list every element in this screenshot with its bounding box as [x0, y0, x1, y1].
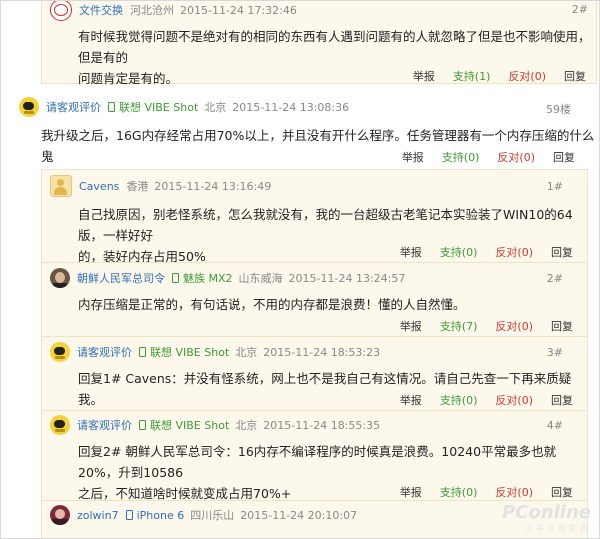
report-button[interactable]: 举报 [413, 68, 435, 84]
comment-text: 有时候我觉得问题不是绝对有的相同的东西有人遇到问题有的人就忽略了但是也不影响使用… [78, 29, 591, 65]
comment-text: 自己找原因，别老怪系统，怎么我就没有，我的一台超级古老笔记本实验装了WIN10的… [78, 207, 573, 243]
avatar[interactable] [50, 342, 70, 362]
reply-button[interactable]: 回复 [551, 484, 573, 500]
device-label: 魅族 MX2 [172, 270, 233, 286]
reply-button[interactable]: 回复 [551, 318, 573, 334]
oppose-button[interactable]: 反对(0) [497, 149, 535, 165]
device-label: 联想 VIBE Shot [139, 417, 229, 433]
divider [42, 410, 587, 411]
device-name: 联想 VIBE Shot [150, 346, 230, 359]
timestamp: 2015-11-24 20:10:07 [240, 508, 358, 522]
oppose-button[interactable]: 反对(0) [508, 68, 546, 84]
reply-button[interactable]: 回复 [551, 244, 573, 260]
username[interactable]: Cavens [79, 180, 119, 193]
support-button[interactable]: 支持(0) [440, 244, 478, 260]
floor-number: 1# [546, 180, 563, 193]
device-label: 联想 VIBE Shot [139, 344, 229, 360]
report-button[interactable]: 举报 [400, 484, 422, 500]
username[interactable]: 请客观评价 [77, 417, 132, 433]
avatar[interactable] [50, 1, 72, 21]
avatar[interactable] [50, 268, 70, 288]
username[interactable]: zolwin7 [77, 509, 119, 522]
support-button[interactable]: 支持(7) [440, 318, 478, 334]
watermark-sub: 太平洋电脑网 [525, 524, 591, 533]
report-button[interactable]: 举报 [400, 318, 422, 334]
floor-number: 59楼 [546, 103, 571, 116]
comment-text: 内存压缩是正常的，有句话说，不用的内存都是浪费！懂的人自然懂。 [78, 297, 466, 312]
timestamp: 2015-11-24 13:16:49 [154, 179, 272, 193]
watermark-brand: PConline [502, 502, 591, 523]
location: 北京 [204, 101, 227, 114]
location: 河北沧州 [130, 4, 174, 17]
location: 香港 [126, 180, 149, 193]
username[interactable]: 朝鲜人民军总司令 [77, 270, 165, 286]
report-button[interactable]: 举报 [400, 244, 422, 260]
phone-icon [125, 510, 133, 520]
comment-thread: 文件交换 河北沧州 2015-11-24 17:32:46 2# 有时候我觉得问… [0, 0, 600, 539]
location: 山东威海 [238, 272, 283, 285]
floor-number: 2# [546, 272, 563, 285]
username[interactable]: 请客观评价 [77, 344, 132, 360]
username[interactable]: 请客观评价 [46, 99, 101, 115]
replies-box: Cavens 香港 2015-11-24 13:16:49 1# 自己找原因，别… [41, 169, 588, 538]
floor-number: 2# [571, 3, 588, 16]
device-name: 联想 VIBE Shot [119, 101, 199, 114]
comment-text: 回复2# 朝鲜人民军总司令：16内存不编译程序的时候真是浪费。10240平常最多… [78, 444, 557, 480]
device-label: 联想 VIBE Shot [108, 99, 198, 115]
floor-number: 4# [546, 419, 563, 432]
location: 北京 [235, 346, 258, 359]
main-comment: 请客观评价 联想 VIBE Shot 北京 2015-11-24 13:08:3… [1, 93, 599, 165]
location: 四川乐山 [190, 509, 235, 522]
report-button[interactable]: 举报 [400, 392, 422, 408]
divider [42, 500, 587, 501]
watermark: PConline 太平洋电脑网 [502, 502, 591, 534]
device-label: iPhone 6 [125, 508, 185, 522]
phone-icon [139, 347, 146, 357]
oppose-button[interactable]: 反对(0) [495, 392, 533, 408]
divider [42, 262, 587, 263]
device-name: iPhone 6 [136, 508, 185, 522]
timestamp: 2015-11-24 13:08:36 [232, 100, 350, 114]
support-button[interactable]: 支持(0) [440, 392, 478, 408]
support-button[interactable]: 支持(0) [442, 149, 480, 165]
avatar[interactable] [19, 97, 39, 117]
phone-icon [139, 420, 146, 430]
reply-button[interactable]: 回复 [551, 392, 573, 408]
timestamp: 2015-11-24 17:32:46 [180, 3, 297, 17]
location: 北京 [235, 419, 258, 432]
avatar[interactable] [50, 415, 70, 435]
support-button[interactable]: 支持(1) [453, 68, 491, 84]
device-name: 联想 VIBE Shot [150, 419, 230, 432]
report-button[interactable]: 举报 [402, 149, 424, 165]
username[interactable]: 文件交换 [79, 2, 123, 18]
reply-button[interactable]: 回复 [564, 68, 586, 84]
phone-icon [108, 102, 115, 112]
oppose-button[interactable]: 反对(0) [495, 318, 533, 334]
reply-button[interactable]: 回复 [553, 149, 575, 165]
floor-number: 3# [546, 346, 563, 359]
device-name: 魅族 MX2 [183, 272, 233, 285]
avatar[interactable] [50, 505, 70, 525]
quoted-comment-top: 文件交换 河北沧州 2015-11-24 17:32:46 2# 有时候我觉得问… [41, 1, 597, 86]
support-button[interactable]: 支持(0) [440, 484, 478, 500]
phone-icon [172, 273, 179, 283]
timestamp: 2015-11-24 18:53:23 [263, 345, 381, 359]
oppose-button[interactable]: 反对(0) [495, 244, 533, 260]
divider [42, 336, 587, 337]
avatar[interactable] [50, 175, 72, 197]
oppose-button[interactable]: 反对(0) [495, 484, 533, 500]
timestamp: 2015-11-24 13:24:57 [288, 271, 406, 285]
timestamp: 2015-11-24 18:55:35 [263, 418, 381, 432]
